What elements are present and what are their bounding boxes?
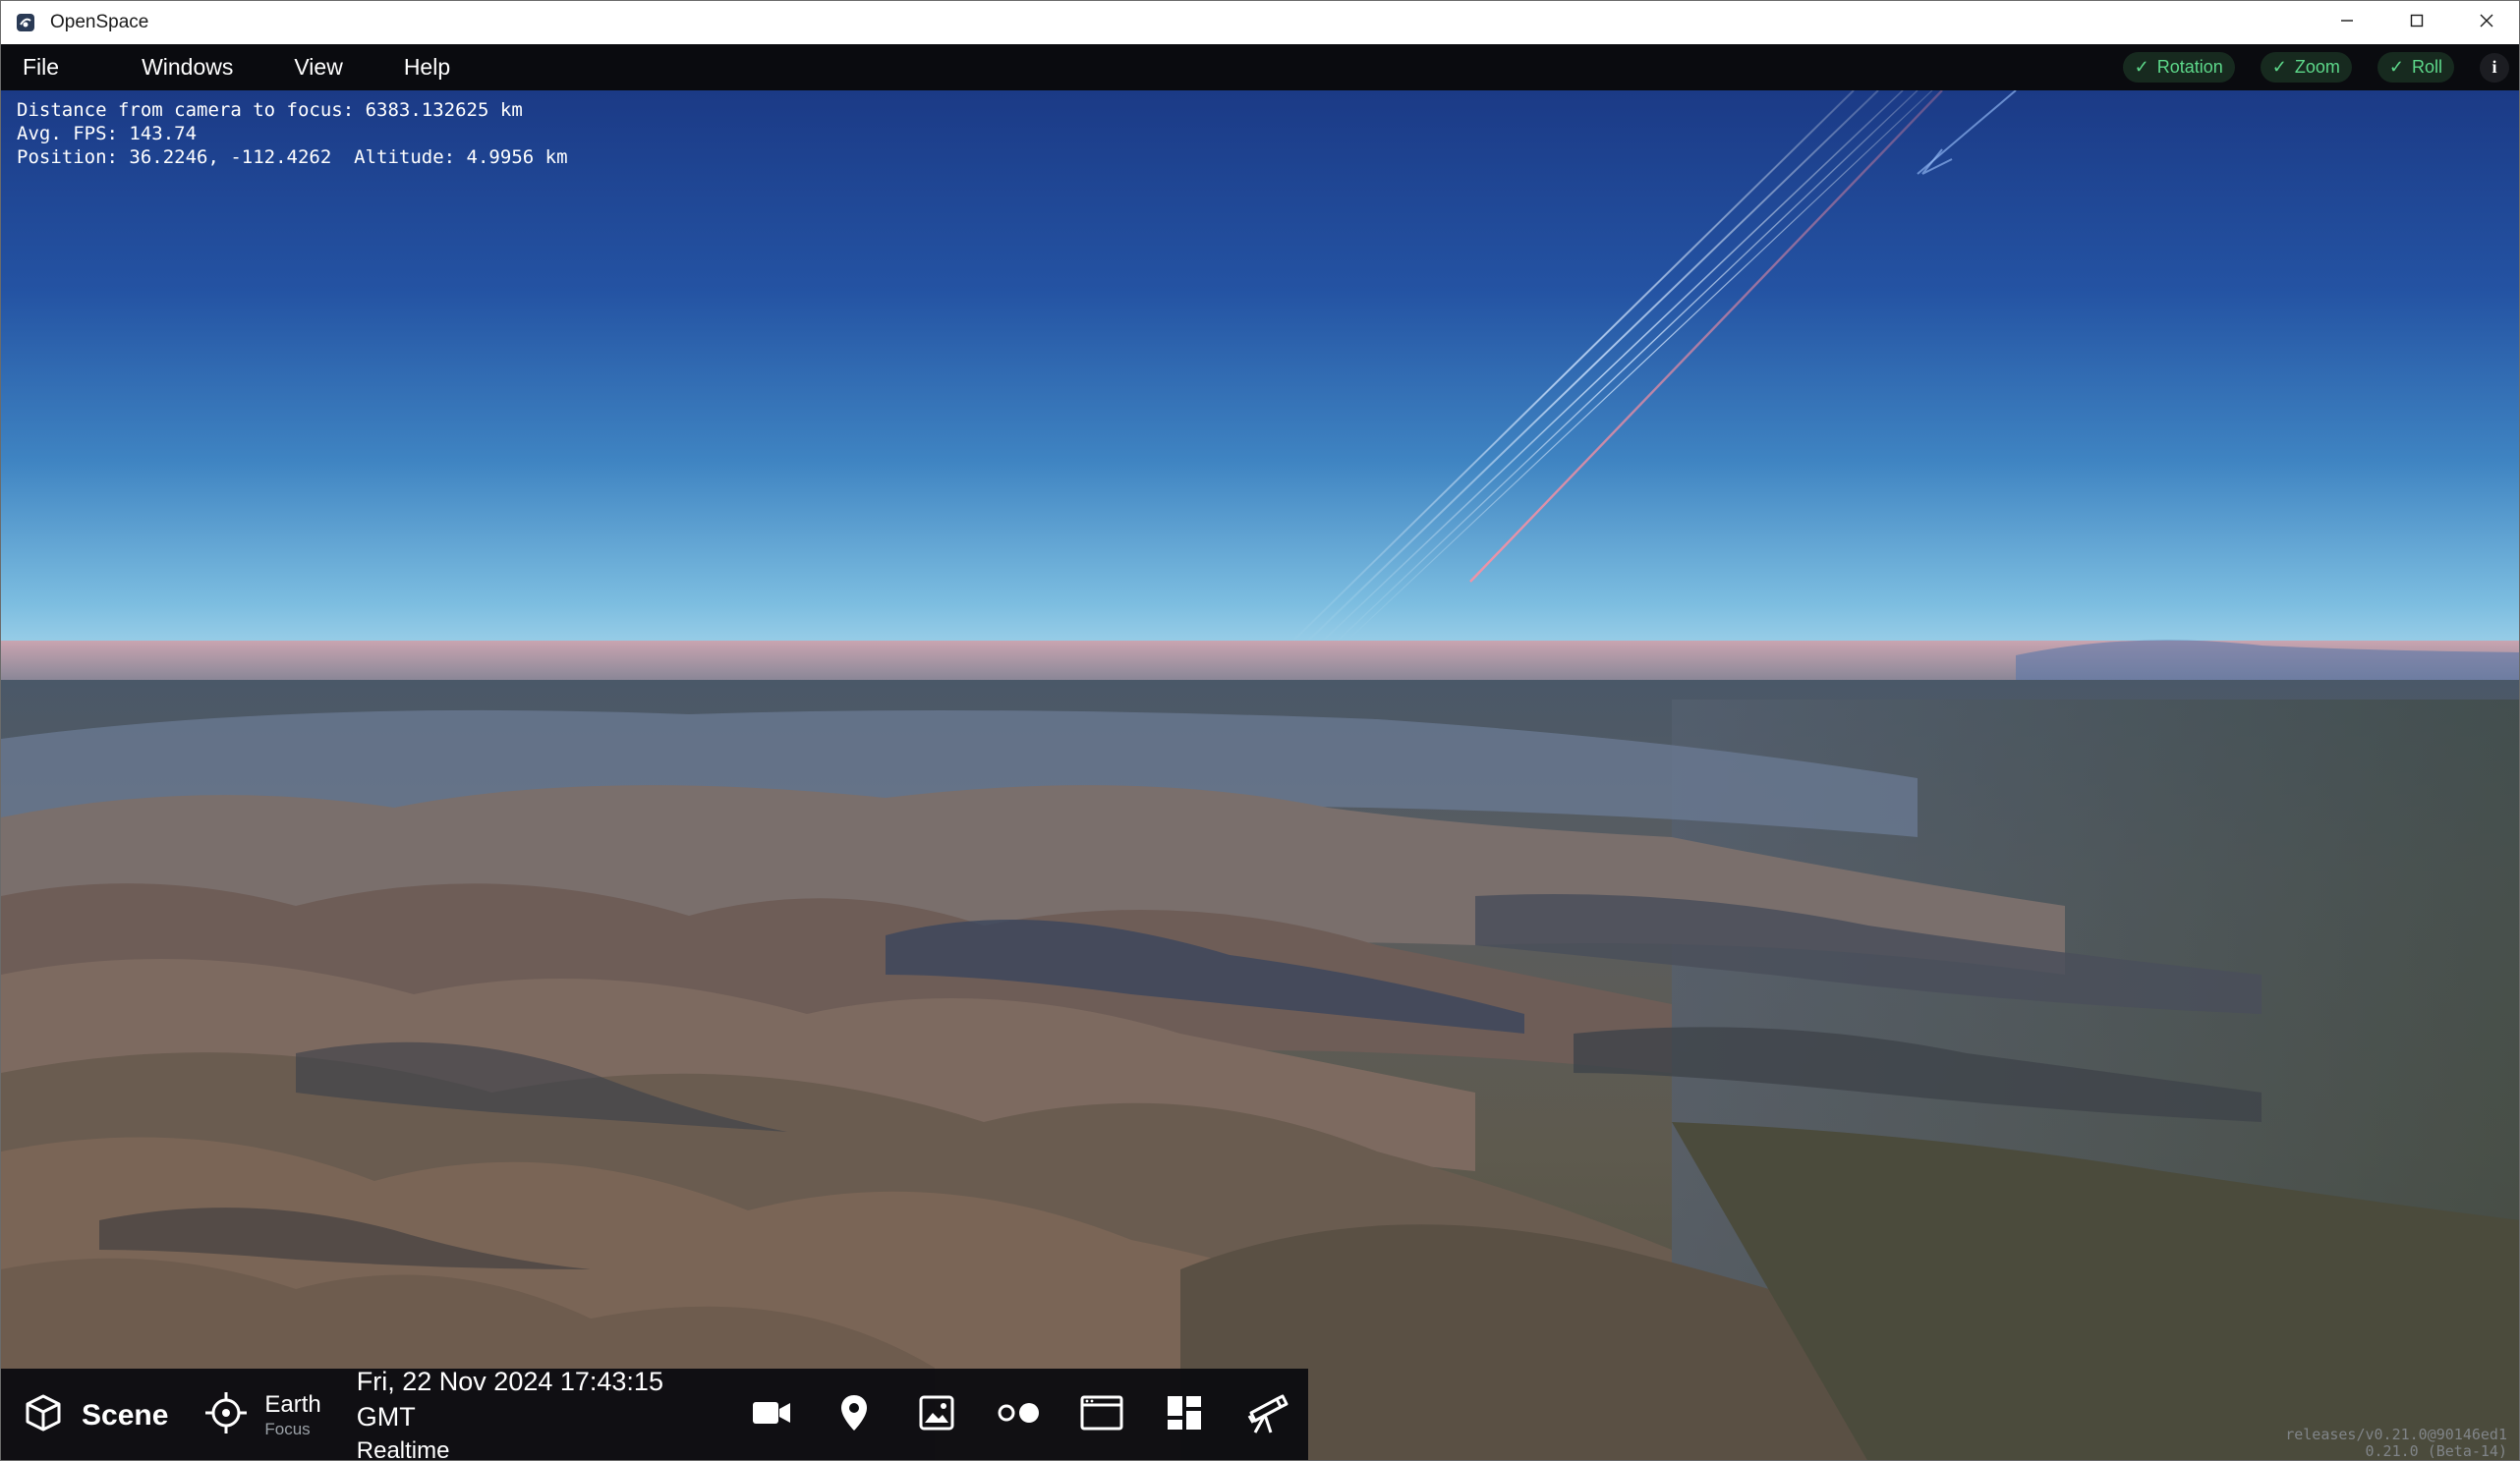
window-title: OpenSpace <box>50 12 149 32</box>
info-icon: i <box>2491 57 2497 77</box>
focus-info: Earth Focus <box>264 1391 320 1440</box>
openspace-logo-icon <box>15 12 36 33</box>
version-branch: releases/v0.21.0@90146ed1 <box>2285 1426 2507 1443</box>
crosshair-icon <box>203 1390 249 1440</box>
image-icon <box>918 1394 955 1436</box>
check-icon: ✓ <box>2388 57 2404 77</box>
focus-sublabel: Focus <box>264 1419 311 1438</box>
close-button[interactable] <box>2451 1 2519 44</box>
camera-button[interactable] <box>730 1381 813 1450</box>
minimize-button[interactable] <box>2312 1 2381 44</box>
scene-label: Scene <box>82 1398 169 1432</box>
sky-browser-button[interactable] <box>895 1381 978 1450</box>
user-panels-button[interactable] <box>1060 1381 1143 1450</box>
navigation-button[interactable] <box>813 1381 895 1450</box>
rotation-toggle[interactable]: ✓ Rotation <box>2122 52 2235 83</box>
bottom-toolbar: Scene Earth Focus Fri, 22 Nov 2024 17:43… <box>1 1367 1308 1460</box>
fps-readout: Avg. FPS: 143.74 <box>17 123 198 144</box>
scene-button[interactable]: Scene <box>23 1392 168 1438</box>
info-button[interactable]: i <box>2480 52 2509 83</box>
exoplanets-button[interactable] <box>978 1381 1060 1450</box>
telescope-icon <box>1245 1391 1289 1439</box>
version-info: releases/v0.21.0@90146ed1 0.21.0 (Beta-1… <box>2285 1427 2507 1460</box>
rotation-toggle-label: Rotation <box>2156 57 2223 77</box>
window-controls <box>2312 1 2519 44</box>
browser-window-icon <box>1079 1394 1124 1436</box>
camera-stats-overlay: Distance from camera to focus: 6383.1326… <box>17 98 568 169</box>
maximize-button[interactable] <box>2381 1 2451 44</box>
check-icon: ✓ <box>2134 57 2149 77</box>
zoom-toggle-label: Zoom <box>2294 57 2340 77</box>
menu-help[interactable]: Help <box>384 54 470 81</box>
time-mode: Realtime <box>356 1436 450 1461</box>
actions-button[interactable] <box>1143 1381 1226 1450</box>
camera-icon <box>751 1397 792 1433</box>
distance-readout: Distance from camera to focus: 6383.1326… <box>17 99 523 121</box>
close-icon <box>2478 12 2495 34</box>
check-icon: ✓ <box>2271 57 2287 77</box>
focus-button[interactable]: Earth Focus <box>203 1390 321 1440</box>
time-button[interactable]: Fri, 22 Nov 2024 17:43:15 GMT Realtime <box>357 1364 701 1461</box>
camera-toggles: ✓ Rotation ✓ Zoom ✓ Roll i <box>2097 52 2509 83</box>
menu-file[interactable]: File <box>3 54 79 81</box>
simulation-date: Fri, 22 Nov 2024 17:43:15 GMT <box>356 1366 663 1432</box>
dashboard-icon <box>1166 1394 1203 1436</box>
menu-bar: File Windows View Help ✓ Rotation ✓ Zoom… <box>1 44 2519 90</box>
dots-icon <box>997 1401 1042 1430</box>
grand-canyon-scene <box>1 90 2519 1460</box>
tool-buttons <box>730 1381 1308 1450</box>
position-readout: Position: 36.2246, -112.4262 Altitude: 4… <box>17 146 568 168</box>
title-bar: OpenSpace <box>1 1 2519 44</box>
menu-windows[interactable]: Windows <box>122 54 253 81</box>
mission-button[interactable] <box>1226 1381 1308 1450</box>
zoom-toggle[interactable]: ✓ Zoom <box>2260 52 2352 83</box>
version-number: 0.21.0 (Beta-14) <box>2365 1442 2508 1460</box>
menu-view[interactable]: View <box>274 54 362 81</box>
roll-toggle-label: Roll <box>2411 57 2442 77</box>
maximize-icon <box>2408 12 2426 34</box>
cube-icon <box>23 1392 64 1438</box>
location-pin-icon <box>838 1393 870 1437</box>
openspace-window: OpenSpace File Windows View Help ✓ Rotat… <box>0 0 2520 1461</box>
render-viewport[interactable]: Distance from camera to focus: 6383.1326… <box>1 90 2519 1460</box>
minimize-icon <box>2338 12 2356 34</box>
roll-toggle[interactable]: ✓ Roll <box>2377 52 2454 83</box>
focus-name: Earth <box>264 1390 321 1418</box>
